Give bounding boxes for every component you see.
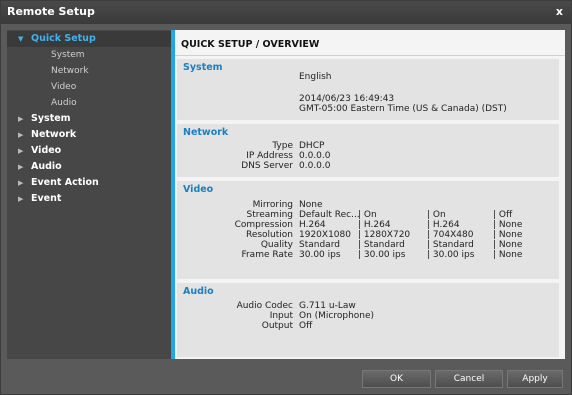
compression-label: Compression: [234, 220, 293, 230]
audio-codec-value: G.711 u-Law: [299, 301, 356, 311]
ok-button[interactable]: OK: [362, 370, 431, 388]
video-cell: | On: [427, 210, 446, 220]
video-cell: | Standard: [358, 240, 405, 250]
video-cell: H.264: [299, 220, 326, 230]
network-section: Network Type DHCP IP Address 0.0.0.0 DNS…: [177, 124, 559, 177]
video-cell: | H.264: [427, 220, 460, 230]
mirroring-value: None: [299, 200, 323, 210]
video-cell: Standard: [299, 240, 340, 250]
sidebar-subitem-video[interactable]: Video: [51, 79, 76, 95]
video-cell: 1920X1080: [299, 230, 351, 240]
input-label: Input: [269, 311, 293, 321]
sidebar-item-network[interactable]: ▶ Network: [7, 127, 171, 143]
close-button[interactable]: x: [556, 5, 563, 18]
video-cell: | 704X480: [427, 230, 474, 240]
resolution-label: Resolution: [245, 230, 293, 240]
collapsed-arrow-icon: ▶: [18, 147, 24, 155]
sidebar-item-event-action[interactable]: ▶ Event Action: [7, 175, 171, 191]
section-title: System: [183, 62, 223, 73]
mirroring-label: Mirroring: [252, 200, 293, 210]
video-cell: | 1280X720: [358, 230, 411, 240]
audio-codec-label: Audio Codec: [236, 301, 293, 311]
dns-server-label: DNS Server: [241, 161, 293, 171]
output-value: Off: [299, 321, 313, 331]
type-label: Type: [272, 141, 293, 151]
section-title: Network: [183, 127, 229, 138]
page-title: QUICK SETUP / OVERVIEW: [181, 39, 320, 50]
streaming-label: Streaming: [246, 210, 293, 220]
sidebar-item-event[interactable]: ▶ Event: [7, 191, 171, 207]
video-cell: | None: [493, 240, 523, 250]
cancel-button[interactable]: Cancel: [435, 370, 503, 388]
collapsed-arrow-icon: ▶: [18, 115, 24, 123]
remote-setup-window: Remote Setup x ▼ Quick Setup System Netw…: [0, 0, 572, 395]
sidebar-subitem-audio[interactable]: Audio: [51, 95, 77, 111]
ip-address-label: IP Address: [246, 151, 293, 161]
video-cell: | None: [493, 230, 523, 240]
video-cell: | On: [358, 210, 377, 220]
timezone-value: GMT-05:00 Eastern Time (US & Canada) (DS…: [299, 104, 507, 114]
expanded-arrow-icon: ▼: [18, 35, 24, 43]
collapsed-arrow-icon: ▶: [18, 195, 24, 203]
title-bar: Remote Setup x: [1, 1, 571, 24]
collapsed-arrow-icon: ▶: [18, 179, 24, 187]
audio-section: Audio Audio Codec G.711 u-Law Input On (…: [177, 283, 559, 357]
video-cell: 30.00 ips: [299, 250, 341, 260]
video-cell: | Standard: [427, 240, 474, 250]
output-label: Output: [261, 321, 293, 331]
video-cell: | None: [493, 250, 523, 260]
frame-rate-label: Frame Rate: [241, 250, 293, 260]
video-cell: Default Rec...: [299, 210, 360, 220]
sidebar-item-video[interactable]: ▶ Video: [7, 143, 171, 159]
video-cell: | Off: [493, 210, 513, 220]
type-value: DHCP: [299, 141, 325, 151]
section-title: Audio: [183, 286, 214, 297]
video-cell: | None: [493, 220, 523, 230]
content-panel: QUICK SETUP / OVERVIEW System English 20…: [175, 30, 565, 359]
quality-label: Quality: [260, 240, 293, 250]
collapsed-arrow-icon: ▶: [18, 131, 24, 139]
video-section: Video Mirroring None Streaming Default R…: [177, 181, 559, 279]
dialog-footer: OK Cancel Apply: [7, 365, 567, 391]
dns-server-value: 0.0.0.0: [299, 161, 331, 171]
sidebar-item-quick-setup[interactable]: ▼ Quick Setup: [7, 31, 171, 47]
datetime-value: 2014/06/23 16:49:43: [299, 94, 395, 104]
sidebar-subitem-system[interactable]: System: [51, 47, 85, 63]
ip-address-value: 0.0.0.0: [299, 151, 331, 161]
video-cell: | 30.00 ips: [427, 250, 475, 260]
collapsed-arrow-icon: ▶: [18, 163, 24, 171]
language-value: English: [299, 72, 332, 82]
input-value: On (Microphone): [299, 311, 375, 321]
sidebar-item-system[interactable]: ▶ System: [7, 111, 171, 127]
apply-button[interactable]: Apply: [507, 370, 563, 388]
divider: [175, 55, 565, 56]
system-section: System English 2014/06/23 16:49:43 GMT-0…: [177, 59, 559, 120]
video-cell: | H.264: [358, 220, 391, 230]
video-cell: | 30.00 ips: [358, 250, 406, 260]
sidebar-subitem-network[interactable]: Network: [51, 63, 89, 79]
window-title: Remote Setup: [7, 5, 95, 18]
sidebar: ▼ Quick Setup System Network Video Audio…: [7, 30, 171, 359]
section-title: Video: [183, 184, 214, 195]
sidebar-item-audio[interactable]: ▶ Audio: [7, 159, 171, 175]
